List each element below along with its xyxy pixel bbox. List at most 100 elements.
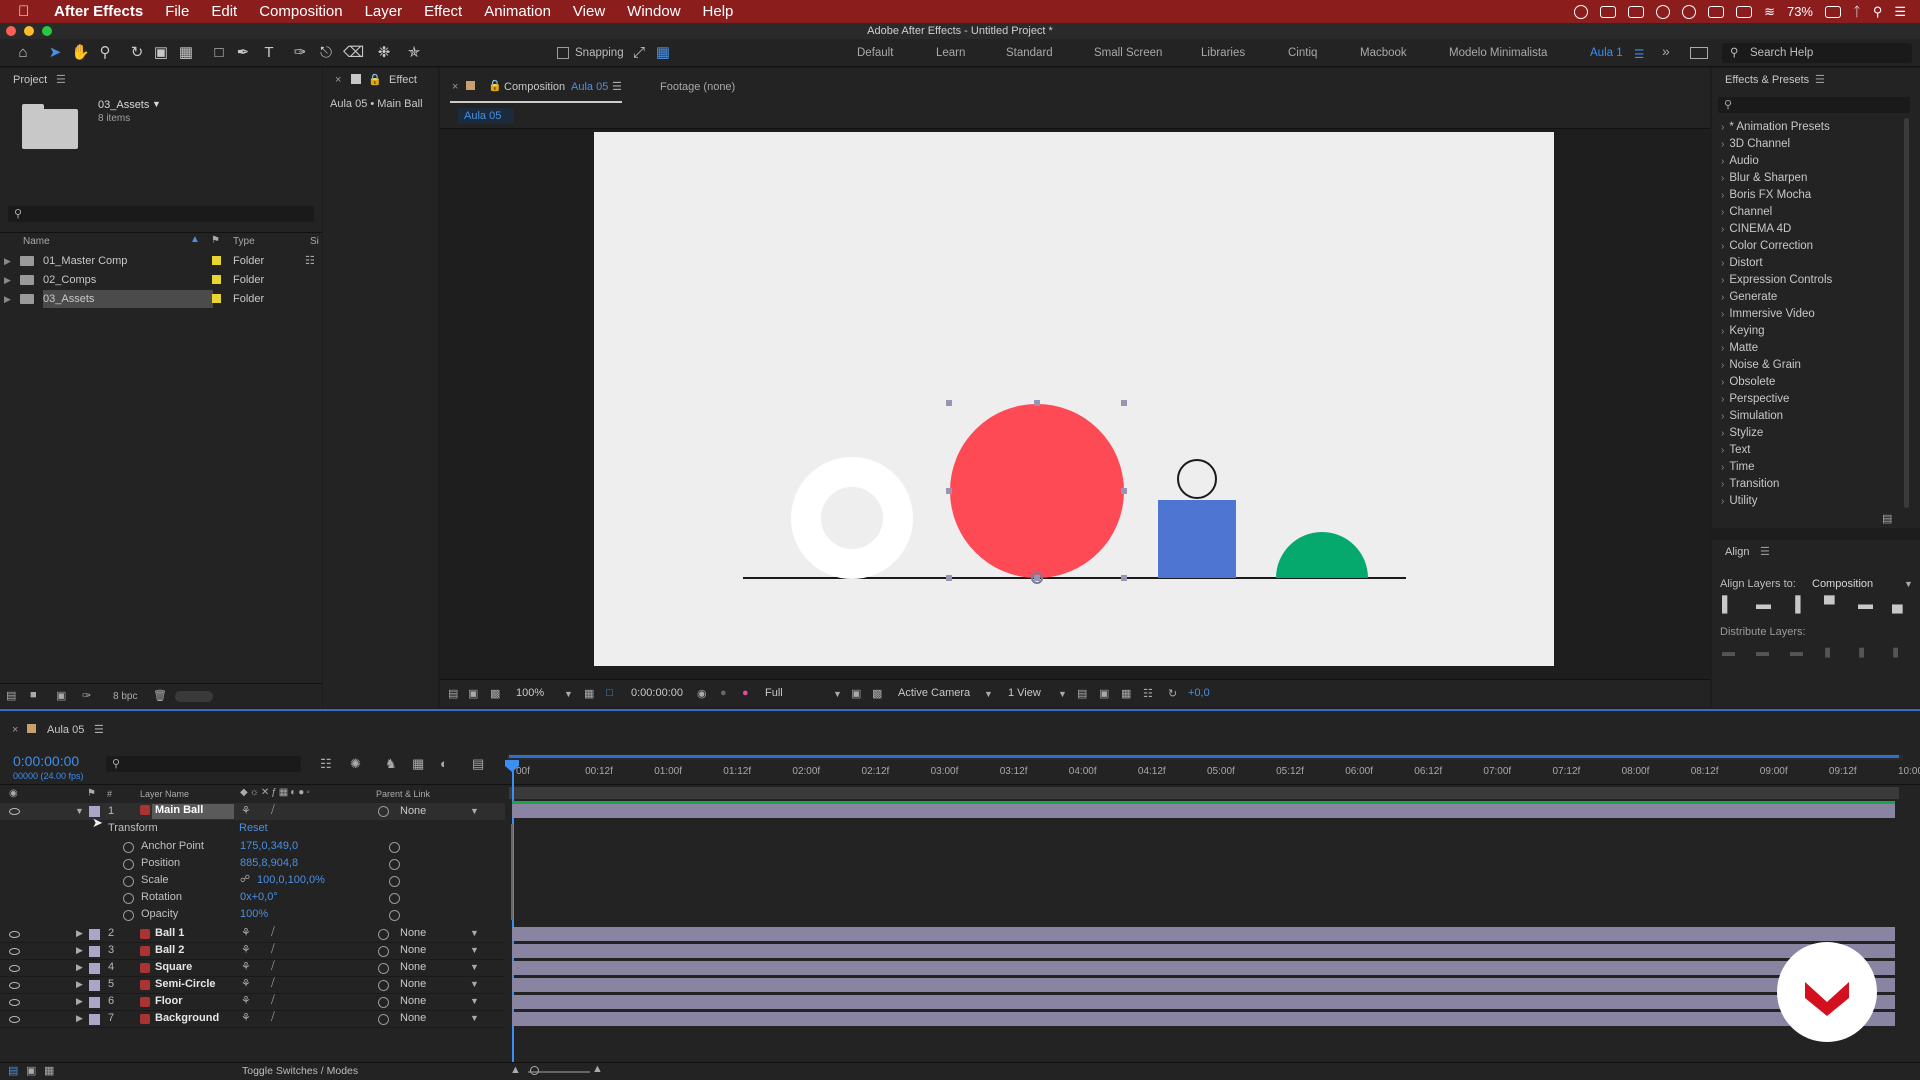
menu-edit[interactable]: Edit [211, 3, 237, 20]
column-name-header[interactable]: Name [23, 236, 50, 247]
parent-pick-whip-icon[interactable] [378, 806, 389, 817]
constrain-proportions-icon[interactable]: ☍ [240, 874, 250, 885]
hand-tool-icon[interactable]: ✋ [71, 44, 90, 62]
chevron-down-icon[interactable]: ▼ [470, 1013, 479, 1023]
app-status-icon[interactable] [1600, 5, 1617, 18]
search-help-field[interactable]: ⚲ Search Help [1722, 43, 1912, 63]
stopwatch-icon[interactable] [123, 893, 134, 904]
quality-switch-icon[interactable]: ⧸ [271, 977, 275, 990]
menu-composition[interactable]: Composition [259, 3, 342, 20]
selection-handle[interactable] [1121, 575, 1127, 581]
property-position-value[interactable]: 885,8,904,8 [240, 857, 298, 869]
fast-previews-icon[interactable]: ▣ [1099, 687, 1109, 700]
chevron-right-icon[interactable]: ▶ [76, 979, 83, 990]
label-color-swatch[interactable] [89, 946, 100, 957]
workspace-standard[interactable]: Standard [1006, 47, 1053, 59]
chevron-right-icon[interactable]: ▶ [76, 996, 83, 1007]
parent-dropdown[interactable]: None [400, 805, 426, 817]
quality-switch-icon[interactable]: ⧸ [271, 943, 275, 956]
layer-switches-toggle-icon[interactable]: ▤ [8, 1064, 18, 1077]
parent-dropdown[interactable]: None [400, 927, 426, 939]
bluetooth-icon[interactable]: ᛏ [1853, 4, 1861, 19]
chevron-right-icon[interactable]: › [1721, 173, 1724, 184]
show-snapshot-icon[interactable]: ● [720, 687, 727, 699]
selection-tool-icon[interactable]: ➤ [46, 44, 64, 62]
selection-handle[interactable] [1121, 400, 1127, 406]
type-tool-icon[interactable]: T [260, 44, 278, 62]
eye-icon[interactable] [9, 948, 20, 955]
selection-handle[interactable] [946, 400, 952, 406]
eye-icon[interactable] [9, 1016, 20, 1023]
workspace-aula-1[interactable]: Aula 1 [1590, 47, 1623, 59]
chevron-right-icon[interactable]: › [1721, 122, 1724, 133]
current-time-display[interactable]: 0:00:00:00 [13, 753, 79, 769]
new-folder-icon[interactable]: ■ [30, 689, 37, 701]
chevron-down-icon[interactable]: ▼ [564, 689, 573, 699]
transform-reset-link[interactable]: Reset [239, 822, 268, 834]
parent-pick-whip-icon[interactable] [378, 963, 389, 974]
pan-behind-tool-icon[interactable]: ▦ [177, 44, 195, 62]
layer-bar[interactable] [512, 944, 1895, 958]
panel-menu-icon[interactable]: ☰ [612, 80, 622, 93]
panel-menu-icon[interactable]: ☰ [1815, 73, 1825, 86]
menu-help[interactable]: Help [703, 3, 734, 20]
menu-app-name[interactable]: After Effects [54, 3, 143, 20]
effects-scrollbar[interactable] [1904, 118, 1909, 508]
view-options-icon[interactable]: ▩ [490, 687, 500, 700]
bit-depth-button[interactable]: 8 bpc [113, 691, 137, 702]
parent-pick-whip-icon[interactable] [378, 1014, 389, 1025]
expression-pick-whip-icon[interactable] [389, 893, 400, 904]
property-opacity-value[interactable]: 100% [240, 908, 268, 920]
effects-category-item[interactable]: › Boris FX Mocha [1721, 189, 1811, 201]
toggle-switches-modes-button[interactable]: Toggle Switches / Modes [242, 1065, 358, 1077]
chevron-right-icon[interactable]: ▶ [4, 275, 11, 285]
chevron-right-icon[interactable]: › [1721, 139, 1724, 150]
composition-tab-prefix[interactable]: Composition [504, 81, 565, 93]
workspace-default[interactable]: Default [857, 47, 893, 59]
chevron-right-icon[interactable]: › [1721, 394, 1724, 405]
in-out-toggle-icon[interactable]: ▦ [44, 1064, 54, 1077]
zoom-slider-handle[interactable] [530, 1066, 539, 1075]
stopwatch-icon[interactable] [123, 876, 134, 887]
composition-tab-name[interactable]: Aula 05 [571, 81, 608, 93]
more-workspaces-icon[interactable]: » [1662, 43, 1670, 59]
stopwatch-icon[interactable] [123, 859, 134, 870]
selection-handle[interactable] [946, 575, 952, 581]
chevron-down-icon[interactable]: ▼ [1058, 689, 1067, 699]
comp-mini-flowchart-icon[interactable]: ☷ [320, 756, 332, 772]
stopwatch-icon[interactable] [123, 842, 134, 853]
stopwatch-icon[interactable] [123, 910, 134, 921]
parent-dropdown[interactable]: None [400, 995, 426, 1007]
effects-category-item[interactable]: › Utility [1721, 495, 1757, 507]
workspace-small-screen[interactable]: Small Screen [1094, 47, 1162, 59]
quality-switch-icon[interactable]: ⧸ [271, 926, 275, 939]
menu-layer[interactable]: Layer [365, 3, 403, 20]
chevron-right-icon[interactable]: ▶ [76, 962, 83, 973]
flag-icon[interactable] [1736, 5, 1753, 18]
chevron-right-icon[interactable]: › [1721, 428, 1724, 439]
eye-icon[interactable] [9, 982, 20, 989]
color-channels-icon[interactable]: ● [742, 687, 749, 699]
layer-bar[interactable] [512, 1012, 1895, 1026]
effects-category-item[interactable]: › Color Correction [1721, 240, 1813, 252]
expression-pick-whip-icon[interactable] [389, 876, 400, 887]
comp-subtab[interactable]: Aula 05 [458, 108, 514, 124]
effects-category-item[interactable]: › Channel [1721, 206, 1772, 218]
chevron-right-icon[interactable]: › [1721, 479, 1724, 490]
project-item-row-selected[interactable]: ▶ 03_Assets Folder [4, 290, 320, 308]
property-anchor-point-value[interactable]: 175,0,349,0 [240, 840, 298, 852]
shy-switch-icon[interactable]: ⚘ [241, 943, 251, 956]
shy-switch-icon[interactable]: ⚘ [241, 926, 251, 939]
effects-category-item[interactable]: › * Animation Presets [1721, 121, 1830, 133]
layer-name-header[interactable]: Layer Name [140, 789, 189, 799]
panel-menu-icon[interactable]: ☰ [1760, 545, 1770, 558]
zoom-in-icon[interactable]: ▲ [592, 1063, 603, 1075]
quality-switch-icon[interactable]: ⧸ [271, 804, 275, 817]
brush-tool-icon[interactable]: ✑ [291, 44, 309, 62]
snap-options-icon[interactable]: ⤢ [630, 44, 648, 62]
resolution-grid-icon[interactable]: ▦ [584, 687, 594, 700]
ring-ball[interactable] [791, 457, 913, 579]
chevron-down-icon[interactable]: ▼ [470, 996, 479, 1006]
chevron-down-icon[interactable]: ▼ [470, 979, 479, 989]
layer-name-field[interactable]: Main Ball [152, 804, 234, 819]
